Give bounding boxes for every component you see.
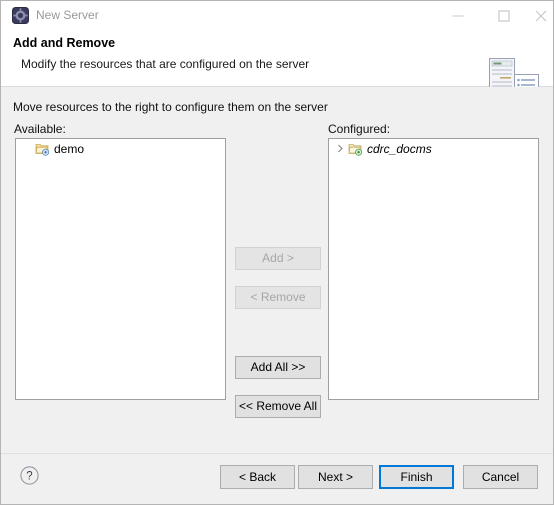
remove-button[interactable]: < Remove bbox=[235, 286, 321, 309]
new-server-dialog: New Server Add and Remove Modify the res… bbox=[0, 0, 554, 505]
minimize-button[interactable] bbox=[435, 1, 481, 30]
configured-list[interactable]: cdrc_docms bbox=[328, 138, 539, 400]
dialog-body: Move resources to the right to configure… bbox=[1, 87, 553, 453]
list-item-label: cdrc_docms bbox=[367, 141, 432, 156]
title-bar: New Server bbox=[1, 1, 553, 30]
close-button[interactable] bbox=[527, 1, 553, 30]
project-folder-icon bbox=[34, 141, 50, 157]
maximize-button[interactable] bbox=[481, 1, 527, 30]
finish-button[interactable]: Finish bbox=[379, 465, 454, 489]
instruction-text: Move resources to the right to configure… bbox=[13, 100, 328, 114]
twisty-placeholder bbox=[21, 142, 34, 155]
cancel-button[interactable]: Cancel bbox=[463, 465, 538, 489]
list-item-label: demo bbox=[54, 141, 85, 156]
back-button[interactable]: < Back bbox=[220, 465, 295, 489]
project-folder-deployed-icon bbox=[347, 141, 363, 157]
wizard-header: Add and Remove Modify the resources that… bbox=[1, 30, 553, 107]
available-list[interactable]: demo bbox=[15, 138, 226, 400]
list-item[interactable]: demo bbox=[16, 139, 225, 158]
window-title: New Server bbox=[36, 8, 99, 22]
next-button[interactable]: Next > bbox=[298, 465, 373, 489]
available-label: Available: bbox=[14, 122, 66, 136]
remove-all-button[interactable]: << Remove All bbox=[235, 395, 321, 418]
configured-label: Configured: bbox=[328, 122, 391, 136]
server-gear-icon bbox=[12, 7, 29, 24]
page-title: Add and Remove bbox=[13, 36, 116, 50]
chevron-right-icon[interactable] bbox=[334, 142, 347, 155]
add-button[interactable]: Add > bbox=[235, 247, 321, 270]
dialog-footer: ? < Back Next > Finish Cancel bbox=[1, 453, 553, 504]
help-question-icon[interactable]: ? bbox=[20, 466, 39, 485]
page-description: Modify the resources that are configured… bbox=[21, 57, 310, 71]
list-item[interactable]: cdrc_docms bbox=[329, 139, 538, 158]
add-all-button[interactable]: Add All >> bbox=[235, 356, 321, 379]
svg-text:?: ? bbox=[26, 471, 32, 483]
